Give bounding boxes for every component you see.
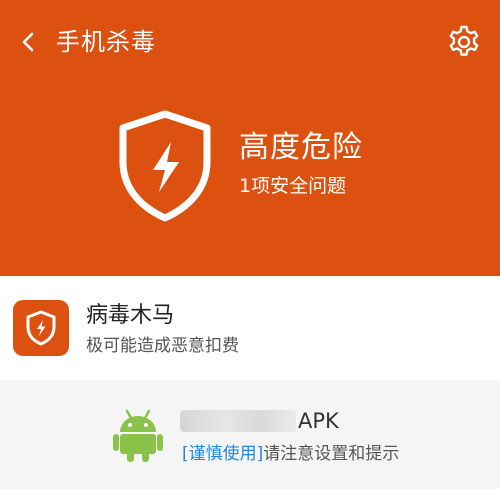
page-title: 手机杀毒 xyxy=(56,28,156,56)
top-bar: 手机杀毒 xyxy=(0,0,500,84)
threat-description: 极可能造成恶意扣费 xyxy=(86,336,239,356)
threat-item[interactable]: 病毒木马 极可能造成恶意扣费 xyxy=(0,276,500,380)
threat-icon-tile xyxy=(13,300,69,356)
android-icon xyxy=(113,409,163,462)
risk-level-title: 高度危险 xyxy=(239,130,363,165)
app-name: APK xyxy=(298,409,339,433)
chevron-left-icon xyxy=(22,32,34,52)
settings-button[interactable] xyxy=(444,22,484,62)
shield-lightning-icon xyxy=(26,310,56,346)
app-name-redacted xyxy=(180,410,296,432)
app-list-item[interactable]: APK [谨慎使用]请注意设置和提示 xyxy=(0,380,500,489)
app-description: [谨慎使用]请注意设置和提示 xyxy=(182,442,399,466)
caution-tag: [谨慎使用] xyxy=(182,444,264,464)
app-note: 请注意设置和提示 xyxy=(263,444,400,464)
shield-lightning-icon xyxy=(119,110,211,222)
issue-count: 1项安全问题 xyxy=(239,175,347,197)
header-banner: 手机杀毒 高度危险 1项安全问题 xyxy=(0,0,500,276)
back-button[interactable] xyxy=(10,24,46,60)
gear-icon xyxy=(449,25,479,56)
threat-name: 病毒木马 xyxy=(86,303,175,328)
